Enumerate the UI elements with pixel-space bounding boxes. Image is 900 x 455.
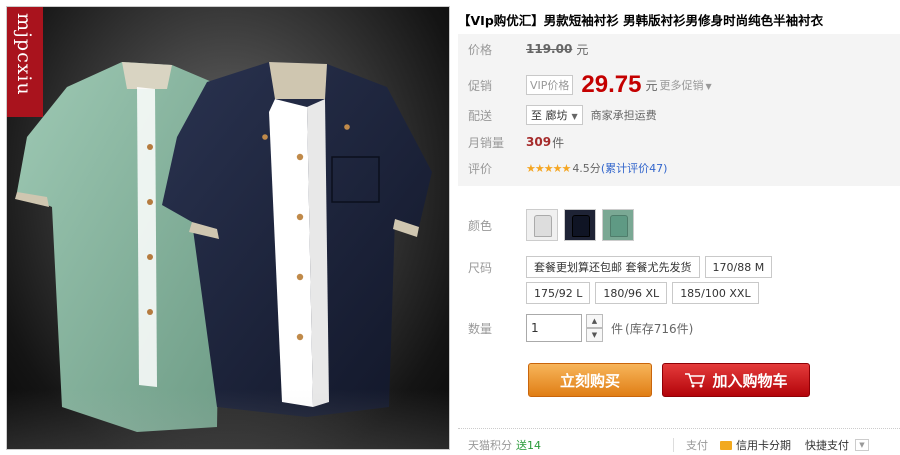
quantity-label: 数量 (468, 321, 493, 336)
promo-price: 29.75 (581, 71, 642, 98)
product-image[interactable]: mjpcxiu (6, 6, 450, 450)
color-swatch-navy[interactable] (564, 209, 596, 241)
quantity-input[interactable] (526, 314, 582, 342)
color-label: 颜色 (468, 218, 493, 233)
delivery-label: 配送 (468, 108, 493, 123)
product-detail-panel: 【VIp购优汇】男款短袖衬衫 男韩版衬衫男修身时尚纯色半袖衬衣 价格 119.0… (458, 0, 900, 455)
more-promotions-label: 更多促销 (659, 79, 704, 92)
size-option-bundle[interactable]: 套餐更划算还包邮 套餐尤先发货 (526, 256, 700, 278)
promo-row: 促销 VIP价格 29.75 元 更多促销 ▼ (468, 70, 712, 100)
product-title: 【VIp购优汇】男款短袖衬衫 男韩版衬衫男修身时尚纯色半袖衬衣 (458, 13, 824, 28)
price-label: 价格 (468, 42, 493, 57)
chevron-down-icon: ▼ (571, 112, 578, 121)
price-unit: 元 (576, 42, 589, 57)
stock-count: (库存716件) (625, 321, 694, 336)
brand-logo-text: mjpcxiu (13, 13, 35, 96)
shirt-icon (572, 215, 590, 237)
star-rating-icon: ★★★★★ (526, 161, 571, 175)
color-swatch-white[interactable] (526, 209, 558, 241)
chevron-down-icon: ▼ (705, 82, 712, 91)
color-row: 颜色 (468, 209, 640, 241)
credit-card-icon (720, 440, 732, 450)
promo-unit: 元 (645, 78, 658, 93)
size-row-2: 175/92 L 180/96 XL 185/100 XXL (468, 282, 764, 304)
credit-installment-link[interactable]: 信用卡分期 (736, 437, 791, 453)
delivery-location-value: 至 廊坊 (531, 109, 568, 122)
monthly-sales-unit: 件 (552, 135, 565, 150)
size-option-m[interactable]: 170/88 M (704, 256, 773, 278)
size-row-1: 尺码 套餐更划算还包邮 套餐尤先发货 170/88 M (468, 256, 777, 278)
shirts-illustration (15, 62, 432, 432)
shopping-cart-icon (685, 373, 706, 388)
divider (458, 428, 900, 429)
monthly-sales-row: 月销量 309 件 (468, 131, 564, 153)
size-option-xxl[interactable]: 185/100 XXL (672, 282, 759, 304)
rating-row: 评价 ★★★★★ 4.5分 (累计评价47) (468, 157, 667, 179)
floor-reflection (7, 389, 449, 449)
more-promotions-link[interactable]: 更多促销 ▼ (659, 77, 711, 93)
delivery-location-select[interactable]: 至 廊坊 ▼ (526, 105, 583, 125)
brand-logo: mjpcxiu (7, 7, 43, 117)
size-option-l[interactable]: 175/92 L (526, 282, 591, 304)
rating-score: 4.5分 (572, 162, 601, 175)
delivery-row: 配送 至 廊坊 ▼ 商家承担运费 (468, 104, 657, 126)
quantity-row: 数量 ▲ ▼ 件 (库存716件) (468, 314, 693, 342)
quantity-unit: 件 (611, 321, 624, 336)
quantity-stepper: ▲ ▼ (586, 314, 603, 342)
divider (673, 438, 674, 452)
rating-label: 评价 (468, 161, 493, 176)
chevron-down-icon[interactable]: ▼ (855, 439, 869, 451)
price-box: 价格 119.00 元 促销 VIP价格 29.75 元 更多促销 ▼ 配送 至 … (458, 34, 900, 186)
color-swatch-green[interactable] (602, 209, 634, 241)
shirt-icon (534, 215, 552, 237)
add-to-cart-label: 加入购物车 (712, 371, 788, 390)
price-row: 价格 119.00 元 (468, 38, 588, 60)
payment-label: 支付 (686, 439, 708, 452)
quantity-increase-button[interactable]: ▲ (586, 314, 603, 328)
size-option-xl[interactable]: 180/96 XL (595, 282, 668, 304)
points-value: 送14 (516, 439, 541, 452)
shipping-note: 商家承担运费 (590, 109, 657, 122)
points-label: 天猫积分 (468, 439, 512, 452)
add-to-cart-button[interactable]: 加入购物车 (662, 363, 810, 397)
footer-info: 天猫积分 送14 支付 信用卡分期 快捷支付 ▼ (468, 437, 869, 453)
reviews-link[interactable]: (累计评价47) (601, 160, 668, 176)
quick-pay-link[interactable]: 快捷支付 (805, 437, 849, 453)
buy-now-button[interactable]: 立刻购买 (528, 363, 652, 397)
original-price: 119.00 (526, 42, 573, 56)
promo-label: 促销 (468, 78, 493, 93)
shirt-icon (610, 215, 628, 237)
quantity-decrease-button[interactable]: ▼ (586, 328, 603, 342)
vip-price-tag: VIP价格 (526, 75, 574, 95)
buy-now-label: 立刻购买 (559, 371, 620, 390)
size-label: 尺码 (468, 260, 493, 275)
monthly-sales-label: 月销量 (468, 135, 505, 150)
monthly-sales-value: 309 (526, 135, 552, 149)
